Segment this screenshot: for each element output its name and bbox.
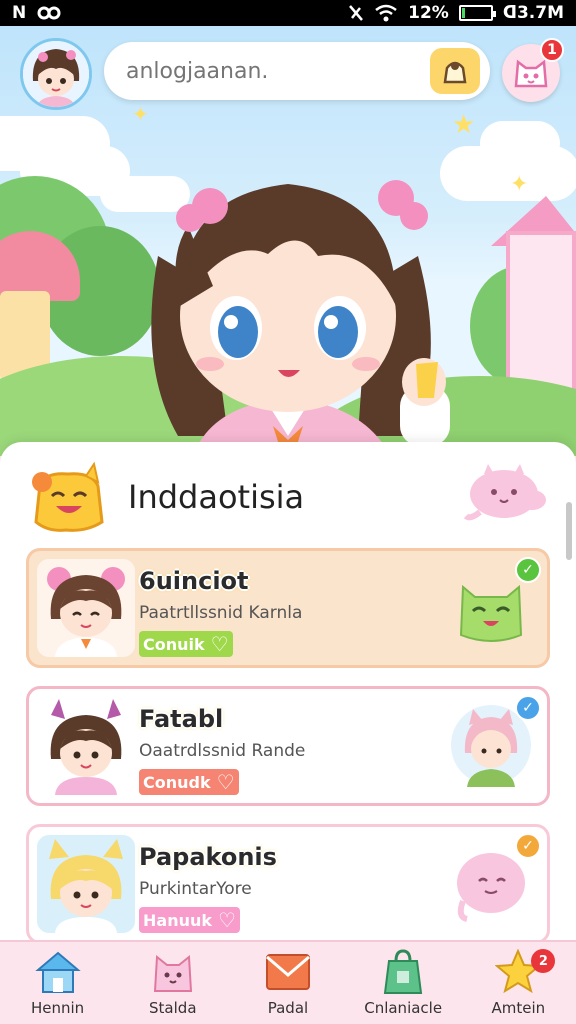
- list-item[interactable]: Fatabl Oaatrdlssnid Rande Conudk ♡ ✓: [26, 686, 550, 806]
- notification-badge: 1: [540, 38, 564, 62]
- character-avatar: [37, 697, 135, 795]
- card-tag-label: Conudk: [143, 772, 211, 792]
- card-subtitle: Paatrtllssnid Karnla: [139, 603, 303, 623]
- avatar[interactable]: [20, 38, 92, 110]
- character-illustration: [47, 567, 125, 657]
- list-item[interactable]: 6uinciot Paatrtllssnid Karnla Conuik ♡ ✓: [26, 548, 550, 668]
- cloud: [480, 121, 560, 166]
- character-avatar: [37, 559, 135, 657]
- scrollbar[interactable]: [566, 502, 572, 560]
- home-icon: [34, 949, 82, 995]
- card-name: Papakonis: [139, 843, 277, 871]
- settings-icon: [37, 6, 61, 20]
- pet-icon: [514, 59, 548, 88]
- checkmark-icon: ✓: [515, 557, 541, 583]
- nav-shop[interactable]: Cnlaniacle: [348, 941, 458, 1024]
- character-illustration: [50, 699, 122, 795]
- battery-percent: 12%: [408, 3, 449, 23]
- battery-icon: [458, 5, 496, 21]
- nav-achievements[interactable]: 2 Amtein: [463, 941, 573, 1024]
- card-name: 6uinciot: [139, 567, 249, 595]
- status-right: 12% ᗡ3.7M: [348, 3, 564, 23]
- card-name: Fatabl: [139, 705, 224, 733]
- nav-pets[interactable]: Stalda: [118, 941, 228, 1024]
- nav-label: Hennin: [30, 999, 85, 1017]
- nav-label: Stalda: [149, 999, 197, 1017]
- checkmark-icon: ✓: [515, 695, 541, 721]
- cloud-pet-icon: [463, 464, 546, 521]
- bottom-nav: Hennin Stalda Padal Cnlaniacle 2 Amtein: [0, 940, 576, 1024]
- sparkle-icon: ✦: [132, 102, 149, 126]
- card-tag: Hanuuk ♡: [139, 907, 240, 933]
- notification-badge: 2: [531, 949, 556, 973]
- status-n-label: N: [12, 3, 27, 23]
- status-time: ᗡ3.7M: [502, 3, 564, 23]
- content-panel: Inddaotisia 6uinciot Paatrtllssnid Karnl…: [0, 442, 576, 947]
- list-item[interactable]: Papakonis PurkintarYore Hanuuk ♡ ✓: [26, 824, 550, 944]
- card-tag-label: Conuik: [143, 634, 205, 654]
- pet-button[interactable]: 1: [502, 38, 564, 102]
- card-subtitle: Oaatrdlssnid Rande: [139, 741, 306, 761]
- nav-home[interactable]: Hennin: [3, 941, 113, 1024]
- checkmark-icon: ✓: [515, 833, 541, 859]
- card-tag: Conudk ♡: [139, 769, 239, 795]
- wifi-icon: [375, 4, 397, 22]
- hero-character-illustration: [151, 180, 450, 456]
- character-avatar: [37, 835, 135, 933]
- nav-mail[interactable]: Padal: [233, 941, 343, 1024]
- status-left: N: [12, 3, 62, 23]
- card-tag-label: Hanuuk: [143, 910, 212, 930]
- status-bar: N 12% ᗡ3.7M: [0, 0, 576, 26]
- heart-icon[interactable]: ♡: [217, 770, 235, 794]
- search-bar: [104, 42, 490, 100]
- smiley-icon: [32, 462, 104, 532]
- heart-icon[interactable]: ♡: [211, 632, 229, 656]
- mail-icon: [264, 949, 312, 995]
- bag-icon: [379, 949, 427, 995]
- cat-icon: [149, 949, 197, 995]
- nav-label: Padal: [267, 999, 309, 1017]
- card-tag: Conuik ♡: [139, 631, 233, 657]
- search-button[interactable]: [430, 48, 480, 94]
- nav-label: Cnlaniacle: [364, 999, 443, 1017]
- sparkle-icon: ✦: [510, 172, 529, 197]
- card-subtitle: PurkintarYore: [139, 879, 252, 899]
- battery-level: [461, 8, 465, 18]
- nav-label: Amtein: [491, 999, 546, 1017]
- notification-icon: [349, 5, 364, 21]
- character-illustration: [49, 839, 123, 933]
- panel-title: Inddaotisia: [128, 478, 305, 516]
- heart-icon[interactable]: ♡: [218, 908, 236, 932]
- search-input[interactable]: [126, 58, 416, 84]
- search-icon: [443, 61, 467, 84]
- avatar-illustration: [23, 41, 89, 107]
